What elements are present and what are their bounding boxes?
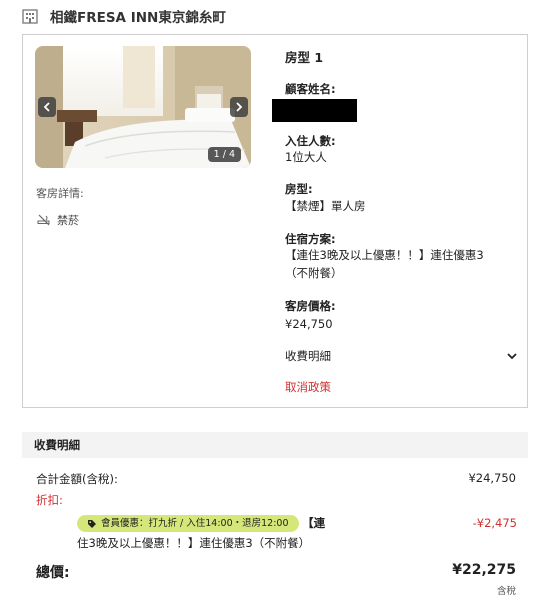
building-icon	[22, 9, 38, 24]
photo-counter: 1 / 4	[207, 147, 241, 162]
room-title: 房型 1	[285, 50, 324, 65]
guest-name-label: 顧客姓名:	[285, 82, 336, 96]
occupancy-value: 1位大人	[285, 150, 327, 164]
promo-badge-text: 會員優惠：打九折 / 入住14:00・退房12:00	[101, 517, 289, 529]
hotel-header: 相鐵FRESA INN東京錦糸町	[22, 4, 226, 28]
cancellation-policy-link[interactable]: 取消政策	[285, 379, 331, 395]
hotel-name: 相鐵FRESA INN東京錦糸町	[50, 10, 226, 26]
promo-text-1: 【連	[302, 516, 326, 530]
member-promo-badge: 會員優惠：打九折 / 入住14:00・退房12:00	[77, 515, 299, 532]
tag-icon	[88, 519, 96, 528]
chevron-down-icon	[507, 352, 517, 359]
tax-included-note: 含稅	[496, 586, 516, 597]
total-row: 總價: ¥22,275 含稅	[36, 562, 516, 597]
previous-photo-button[interactable]	[38, 97, 56, 117]
discount-row: 折扣:	[36, 492, 516, 508]
room-price-label: 客房價格:	[285, 299, 336, 313]
next-photo-button[interactable]	[230, 97, 248, 117]
no-smoking-icon	[37, 214, 50, 226]
room-card: 1 / 4 客房詳情: 禁菸 房型 1 顧客姓名: 入住人數: 1位大人 房型:…	[22, 34, 528, 408]
subtotal-row: 合計金額(含稅): ¥24,750	[36, 471, 516, 487]
room-details-label: 客房詳情:	[36, 187, 84, 200]
room-type-value: 【禁煙】單人房	[285, 199, 366, 213]
no-smoking-feature: 禁菸	[37, 212, 79, 228]
subtotal-label: 合計金額(含稅):	[36, 472, 118, 486]
chevron-left-icon	[43, 102, 50, 112]
charges-detail-toggle[interactable]: 收費明細	[285, 348, 517, 364]
guest-name-redacted	[272, 99, 357, 122]
room-type-label: 房型:	[285, 182, 313, 196]
subtotal-value: ¥24,750	[468, 471, 516, 485]
discount-label: 折扣:	[36, 493, 63, 507]
promotion-row: 會員優惠：打九折 / 入住14:00・退房12:00 【連 住3晚及以上優惠！！…	[77, 513, 517, 553]
total-label: 總價:	[36, 565, 70, 581]
plan-value-line1: 【連住3晚及以上優惠！！】連住優惠3	[285, 248, 484, 262]
discount-value: -¥2,475	[472, 516, 517, 530]
promo-text-2: 住3晚及以上優惠！！】連住優惠3（不附餐）	[77, 536, 311, 550]
occupancy-label: 入住人數:	[285, 134, 336, 148]
plan-label: 住宿方案:	[285, 232, 336, 246]
plan-value-line2: （不附餐）	[285, 266, 343, 280]
charges-section-header: 收費明細	[22, 432, 528, 458]
total-value: ¥22,275	[452, 562, 516, 578]
no-smoking-label: 禁菸	[57, 214, 79, 227]
room-price-value: ¥24,750	[285, 317, 333, 331]
charges-toggle-label: 收費明細	[285, 349, 331, 363]
chevron-right-icon	[236, 102, 243, 112]
room-photo-gallery[interactable]: 1 / 4	[35, 46, 251, 168]
